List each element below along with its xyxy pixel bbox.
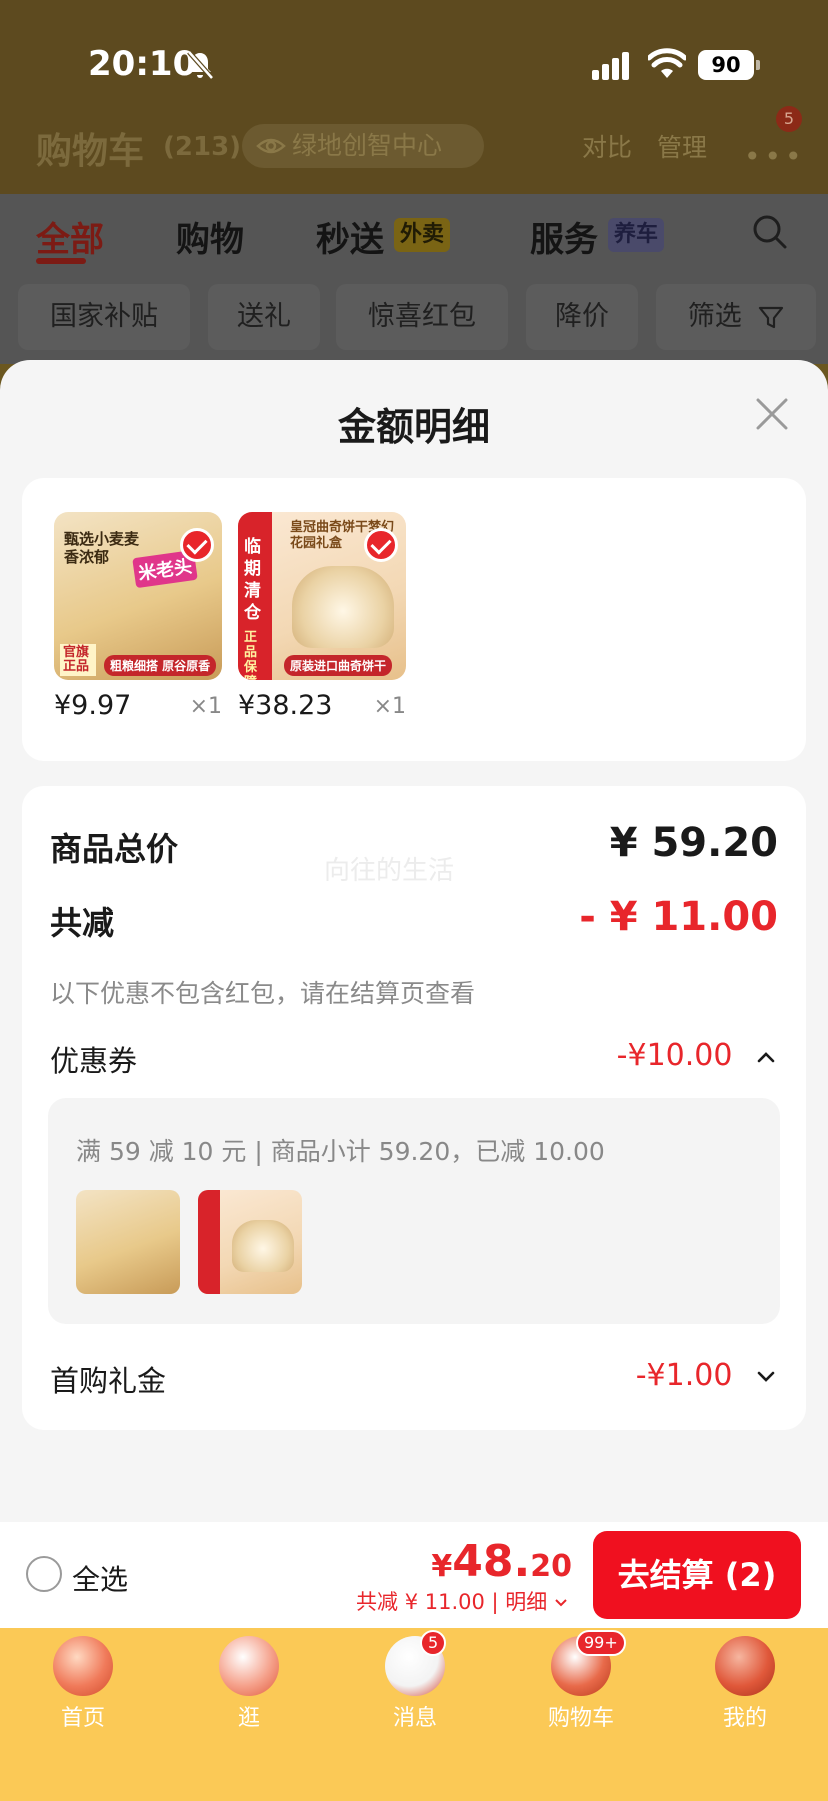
home-mascot-icon	[53, 1636, 113, 1696]
compare-button[interactable]: 对比	[582, 128, 632, 164]
tab-all[interactable]: 全部	[36, 212, 104, 261]
product-item[interactable]: 甄选小麦麦香浓郁 米老头 官旗正品 粗粮细搭 原谷原香 ¥9.97 ×1	[54, 512, 222, 721]
product-image-foot: 原装进口曲奇饼干	[284, 655, 393, 676]
nav-me[interactable]: 我的	[662, 1628, 828, 1738]
product-qty: ×1	[373, 694, 406, 719]
manage-button[interactable]: 管理	[657, 128, 707, 164]
price-breakdown-card: 商品总价 向往的生活 ¥ 59.20 共减 - ¥ 11.00 以下优惠不包含红…	[22, 786, 806, 1430]
tab-instant[interactable]: 秒送	[316, 212, 384, 261]
selected-check-icon	[364, 528, 398, 562]
page-title: 购物车	[36, 131, 145, 172]
checkout-button[interactable]: 去结算 (2)	[593, 1531, 801, 1619]
nav-browse-label: 逛	[237, 1706, 260, 1731]
first-purchase-gift-label: 首购礼金	[50, 1364, 167, 1398]
browse-mascot-icon	[219, 1636, 279, 1696]
discount-value: - ¥ 11.00	[579, 894, 778, 940]
eye-icon	[256, 138, 286, 154]
close-icon[interactable]	[754, 396, 790, 432]
product-item[interactable]: 临期清仓 正品保障 皇冠曲奇饼干梦幻花园礼盒 原装进口曲奇饼干 ¥38.23 ×…	[238, 512, 406, 721]
cell-signal-icon	[592, 52, 629, 80]
location-selector[interactable]: 绿地创智中心	[242, 124, 484, 168]
total-price-label: 商品总价	[50, 830, 179, 868]
coupon-detail-box: 满 59 减 10 元 | 商品小计 59.20，已减 10.00	[48, 1098, 780, 1324]
first-purchase-gift-value: -¥1.00	[635, 1358, 733, 1393]
nav-cart[interactable]: 99+ 购物车	[498, 1628, 664, 1738]
cookie-tin-graphic	[292, 566, 394, 648]
status-bar: 20:10 90	[0, 0, 828, 125]
chip-filter[interactable]: 筛选	[656, 284, 816, 350]
coupon-detail-text: 满 59 减 10 元 | 商品小计 59.20，已减 10.00	[76, 1137, 605, 1166]
cart-badge: 99+	[576, 1630, 626, 1656]
checkout-total: ¥48.20	[431, 1536, 572, 1587]
product-image-side2: 正品保障	[244, 630, 258, 680]
watermark: 向往的生活	[324, 856, 455, 886]
chevron-down-icon	[757, 1371, 775, 1382]
nav-me-label: 我的	[722, 1706, 767, 1731]
coupon-product-thumb	[198, 1190, 302, 1294]
coupon-product-thumb	[76, 1190, 180, 1294]
coupon-row-toggle[interactable]: -¥10.00	[617, 1038, 776, 1073]
tab-active-underline	[36, 258, 86, 264]
nav-messages[interactable]: 5 消息	[332, 1628, 498, 1738]
checkout-discount-text: 共减 ¥ 11.00 | 明细	[356, 1590, 548, 1614]
cart-count: (213)	[163, 132, 242, 162]
product-image-cookies: 临期清仓 正品保障 皇冠曲奇饼干梦幻花园礼盒 原装进口曲奇饼干	[238, 512, 406, 680]
checkout-discount-detail[interactable]: 共减 ¥ 11.00 | 明细	[356, 1586, 568, 1616]
wifi-icon	[648, 48, 686, 78]
bell-muted-icon	[187, 50, 214, 80]
product-image-corner: 官旗正品	[60, 644, 96, 676]
bottom-nav: 首页 逛 5 消息 99+ 购物车 我的	[0, 1628, 828, 1801]
more-badge: 5	[776, 106, 802, 132]
more-icon[interactable]: •••	[744, 140, 806, 173]
first-purchase-gift-toggle[interactable]: -¥1.00	[636, 1358, 776, 1393]
nav-cart-label: 购物车	[547, 1706, 614, 1731]
location-label: 绿地创智中心	[292, 131, 443, 160]
chip-red-packet[interactable]: 惊喜红包	[336, 284, 508, 350]
messages-badge: 5	[420, 1630, 447, 1656]
tab-service[interactable]: 服务	[530, 212, 598, 261]
tab-shopping[interactable]: 购物	[176, 212, 244, 261]
discount-label: 共减	[50, 904, 115, 942]
total-price-value: ¥ 59.20	[609, 820, 778, 866]
total-currency: ¥	[431, 1549, 453, 1584]
nav-messages-label: 消息	[392, 1706, 437, 1731]
checkout-bar: 全选 ¥48.20 共减 ¥ 11.00 | 明细 去结算 (2)	[0, 1522, 828, 1628]
search-icon[interactable]	[752, 214, 788, 250]
nav-home-label: 首页	[60, 1706, 105, 1731]
me-mascot-icon	[715, 1636, 775, 1696]
selected-check-icon	[180, 528, 214, 562]
product-image-side: 临期清仓	[244, 537, 261, 623]
car-care-badge: 养车	[608, 218, 665, 252]
total-integer: 48.	[452, 1536, 531, 1587]
amount-detail-sheet: 金额明细 甄选小麦麦香浓郁 米老头 官旗正品 粗粮细搭 原谷原香 ¥9.97 ×…	[0, 360, 828, 1628]
product-qty: ×1	[189, 694, 222, 719]
chip-national-subsidy[interactable]: 国家补贴	[18, 284, 190, 350]
cart-header: 购物车 (213) 绿地创智中心 对比 管理 ••• 5	[0, 106, 828, 194]
nav-home[interactable]: 首页	[0, 1628, 166, 1738]
chevron-down-icon	[555, 1599, 567, 1607]
chip-price-drop[interactable]: 降价	[526, 284, 638, 350]
chip-gift[interactable]: 送礼	[208, 284, 320, 350]
cart-tabs-area: 全部 购物 秒送 外卖 服务 养车 国家补贴 送礼 惊喜红包 降价 筛选	[0, 194, 828, 364]
filter-icon	[759, 306, 784, 328]
chip-filter-label: 筛选	[687, 301, 742, 332]
coupon-label: 优惠券	[50, 1044, 138, 1078]
discount-note: 以下优惠不包含红包，请在结算页查看	[50, 979, 476, 1008]
product-image-wheat-snack: 甄选小麦麦香浓郁 米老头 官旗正品 粗粮细搭 原谷原香	[54, 512, 222, 680]
total-decimal: 20	[530, 1549, 572, 1584]
select-all-checkbox[interactable]	[26, 1556, 62, 1592]
status-time: 20:10	[88, 44, 197, 84]
chevron-up-icon	[757, 1051, 775, 1062]
nav-browse[interactable]: 逛	[166, 1628, 332, 1738]
sheet-title: 金额明细	[337, 405, 490, 449]
battery-indicator: 90	[698, 50, 760, 80]
takeout-badge: 外卖	[394, 218, 451, 252]
selected-products-card: 甄选小麦麦香浓郁 米老头 官旗正品 粗粮细搭 原谷原香 ¥9.97 ×1 临期清…	[22, 478, 806, 761]
select-all-label[interactable]: 全选	[72, 1558, 128, 1598]
coupon-value: -¥10.00	[616, 1038, 733, 1073]
product-image-foot: 粗粮细搭 原谷原香	[104, 655, 217, 676]
